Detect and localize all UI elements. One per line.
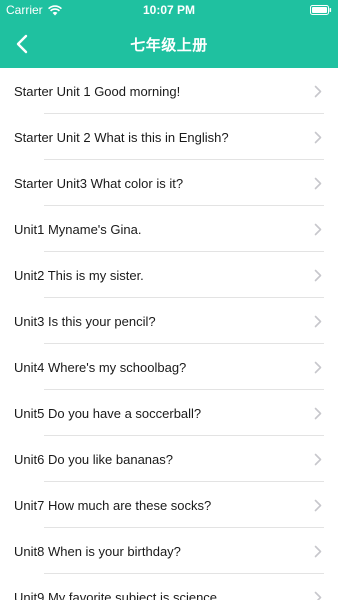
chevron-right-icon	[314, 407, 322, 420]
list-item[interactable]: Starter Unit 1 Good morning!	[0, 68, 338, 114]
chevron-right-icon	[314, 591, 322, 600]
chevron-right-icon	[314, 453, 322, 466]
chevron-right-icon	[314, 223, 322, 236]
list-item-label: Unit7 How much are these socks?	[14, 497, 212, 513]
list-item-label: Unit4 Where's my schoolbag?	[14, 359, 187, 375]
chevron-right-icon	[314, 361, 322, 374]
navigation-bar: 七年级上册	[0, 20, 338, 68]
list-item[interactable]: Unit7 How much are these socks?	[0, 482, 338, 528]
list-item[interactable]: Unit9 My favorite subject is science.	[0, 574, 338, 600]
list-item[interactable]: Starter Unit3 What color is it?	[0, 160, 338, 206]
list-item-label: Unit6 Do you like bananas?	[14, 451, 173, 467]
list-item[interactable]: Starter Unit 2 What is this in English?	[0, 114, 338, 160]
list-item[interactable]: Unit5 Do you have a soccerball?	[0, 390, 338, 436]
list-item-label: Unit5 Do you have a soccerball?	[14, 405, 202, 421]
chevron-right-icon	[314, 131, 322, 144]
list-item-label: Starter Unit 2 What is this in English?	[14, 129, 229, 145]
list-item-label: Unit3 Is this your pencil?	[14, 313, 156, 329]
list-item[interactable]: Unit2 This is my sister.	[0, 252, 338, 298]
chevron-right-icon	[314, 85, 322, 98]
chevron-right-icon	[314, 269, 322, 282]
list-item-label: Unit2 This is my sister.	[14, 267, 144, 283]
chevron-right-icon	[314, 315, 322, 328]
chevron-right-icon	[314, 499, 322, 512]
list-item-label: Unit8 When is your birthday?	[14, 543, 181, 559]
list-item-label: Unit1 Myname's Gina.	[14, 221, 142, 237]
list-item-label: Unit9 My favorite subject is science.	[14, 589, 221, 600]
list-item-label: Starter Unit3 What color is it?	[14, 175, 184, 191]
list-item[interactable]: Unit6 Do you like bananas?	[0, 436, 338, 482]
list-item[interactable]: Unit1 Myname's Gina.	[0, 206, 338, 252]
list-item[interactable]: Unit3 Is this your pencil?	[0, 298, 338, 344]
page-title: 七年级上册	[130, 37, 208, 54]
chevron-right-icon	[314, 545, 322, 558]
app-screen: Carrier 10:07 PM 七年级上册 Starter Unit 1 Go…	[0, 0, 338, 600]
status-time: 10:07 PM	[142, 3, 196, 17]
battery-icon	[310, 5, 332, 15]
unit-list: Starter Unit 1 Good morning! Starter Uni…	[0, 68, 338, 600]
list-item-label: Starter Unit 1 Good morning!	[14, 83, 181, 99]
chevron-right-icon	[314, 177, 322, 190]
list-item[interactable]: Unit8 When is your birthday?	[0, 528, 338, 574]
list-item[interactable]: Unit4 Where's my schoolbag?	[0, 344, 338, 390]
status-bar: Carrier 10:07 PM	[0, 0, 338, 20]
